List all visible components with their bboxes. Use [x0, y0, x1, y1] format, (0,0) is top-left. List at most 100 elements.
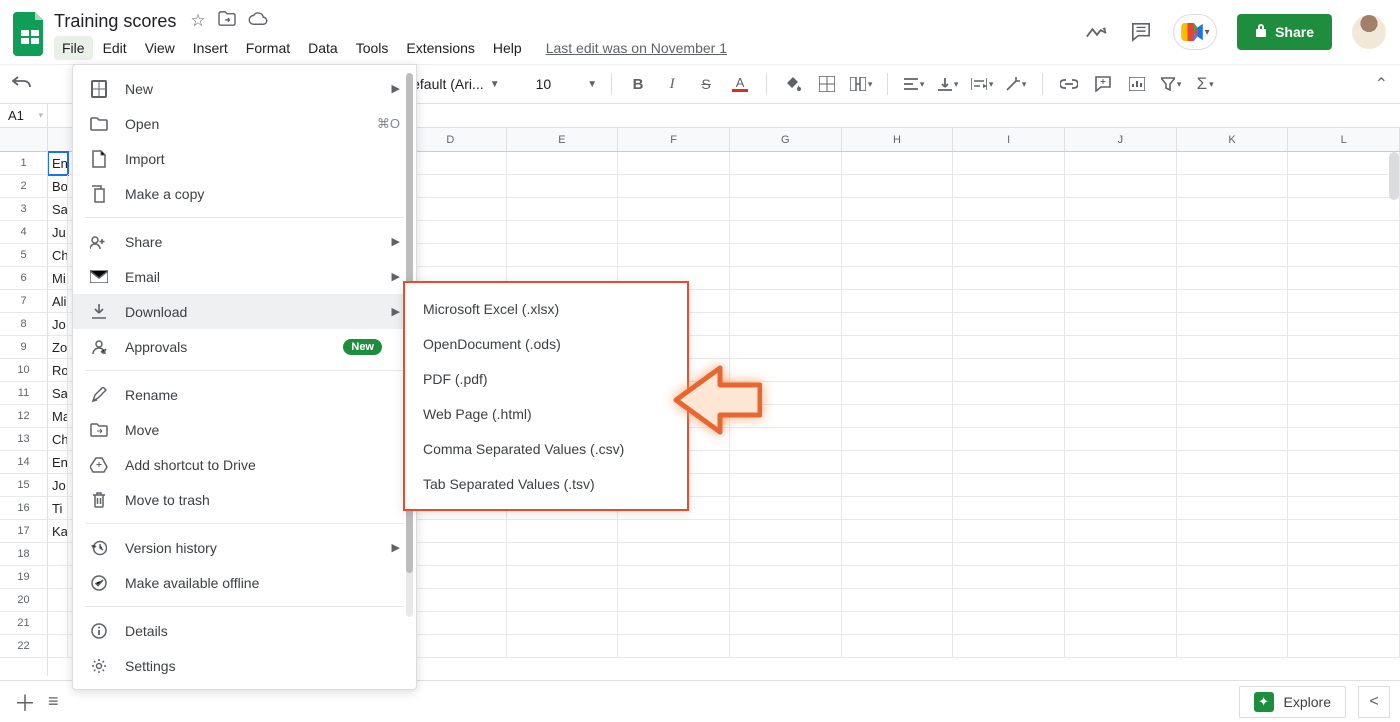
- cell[interactable]: [1177, 175, 1289, 198]
- file-version-history[interactable]: Version history ▶: [73, 530, 416, 565]
- cell[interactable]: [1065, 198, 1177, 221]
- text-color-button[interactable]: A: [728, 72, 752, 96]
- cell[interactable]: [842, 313, 954, 336]
- cell[interactable]: [48, 612, 68, 635]
- cell[interactable]: [618, 520, 730, 543]
- cell[interactable]: [1288, 221, 1400, 244]
- strikethrough-button[interactable]: S: [694, 72, 718, 96]
- file-share[interactable]: Share ▶: [73, 224, 416, 259]
- file-rename[interactable]: Rename: [73, 377, 416, 412]
- download-html[interactable]: Web Page (.html): [405, 396, 687, 431]
- cell[interactable]: Zo: [48, 336, 68, 359]
- cell[interactable]: [1288, 267, 1400, 290]
- move-to-folder-icon[interactable]: [218, 11, 236, 32]
- cell[interactable]: [1065, 520, 1177, 543]
- row-header[interactable]: 6: [0, 267, 47, 290]
- document-title[interactable]: Training scores: [54, 11, 176, 32]
- cell[interactable]: [1177, 290, 1289, 313]
- cell[interactable]: [842, 612, 954, 635]
- file-download[interactable]: Download ▶: [73, 294, 416, 329]
- row-header[interactable]: 16: [0, 497, 47, 520]
- cell[interactable]: [1177, 198, 1289, 221]
- cell[interactable]: [953, 589, 1065, 612]
- column-header[interactable]: L: [1288, 128, 1400, 151]
- cell[interactable]: [1288, 428, 1400, 451]
- cell[interactable]: [48, 589, 68, 612]
- row-header[interactable]: 19: [0, 566, 47, 589]
- file-settings[interactable]: Settings: [73, 648, 416, 683]
- cell[interactable]: [842, 382, 954, 405]
- cell[interactable]: Ka: [48, 520, 68, 543]
- star-icon[interactable]: ☆: [190, 11, 205, 32]
- cell[interactable]: [507, 589, 619, 612]
- row-header[interactable]: 8: [0, 313, 47, 336]
- cell[interactable]: Sa: [48, 382, 68, 405]
- cell[interactable]: En: [48, 451, 68, 474]
- menu-help[interactable]: Help: [485, 36, 530, 60]
- menu-insert[interactable]: Insert: [185, 36, 236, 60]
- cell[interactable]: [507, 152, 619, 175]
- cell[interactable]: [842, 543, 954, 566]
- cell[interactable]: [842, 175, 954, 198]
- cell[interactable]: [730, 520, 842, 543]
- menu-extensions[interactable]: Extensions: [398, 36, 482, 60]
- cell[interactable]: [1065, 405, 1177, 428]
- cell[interactable]: [953, 405, 1065, 428]
- cell[interactable]: [1288, 359, 1400, 382]
- wrap-button[interactable]: [970, 72, 994, 96]
- meet-button[interactable]: ▾: [1173, 14, 1217, 50]
- cell[interactable]: [1065, 589, 1177, 612]
- cell[interactable]: [1288, 566, 1400, 589]
- cell[interactable]: En: [48, 152, 68, 175]
- cell[interactable]: [953, 221, 1065, 244]
- row-header[interactable]: 12: [0, 405, 47, 428]
- cell[interactable]: [48, 635, 68, 658]
- cell[interactable]: [1288, 313, 1400, 336]
- cell[interactable]: [48, 566, 68, 589]
- row-header[interactable]: 22: [0, 635, 47, 658]
- add-sheet-button[interactable]: ＋: [14, 686, 36, 718]
- cell[interactable]: [1177, 612, 1289, 635]
- cell[interactable]: [730, 267, 842, 290]
- cell[interactable]: [1288, 152, 1400, 175]
- cell[interactable]: [618, 175, 730, 198]
- row-header[interactable]: 18: [0, 543, 47, 566]
- cell[interactable]: [842, 359, 954, 382]
- cell[interactable]: [1065, 152, 1177, 175]
- row-header[interactable]: 15: [0, 474, 47, 497]
- cell[interactable]: [953, 382, 1065, 405]
- cell[interactable]: Bo: [48, 175, 68, 198]
- cell[interactable]: [730, 244, 842, 267]
- cell[interactable]: Jo: [48, 474, 68, 497]
- row-header[interactable]: 14: [0, 451, 47, 474]
- cell[interactable]: [953, 497, 1065, 520]
- download-ods[interactable]: OpenDocument (.ods): [405, 326, 687, 361]
- fill-color-button[interactable]: [781, 72, 805, 96]
- cell[interactable]: [953, 451, 1065, 474]
- cell[interactable]: [618, 566, 730, 589]
- cell[interactable]: [1065, 221, 1177, 244]
- cell[interactable]: [842, 152, 954, 175]
- cell[interactable]: [507, 543, 619, 566]
- cell[interactable]: [1177, 566, 1289, 589]
- menu-view[interactable]: View: [137, 36, 183, 60]
- row-header[interactable]: 20: [0, 589, 47, 612]
- cell[interactable]: [507, 635, 619, 658]
- cell[interactable]: [507, 612, 619, 635]
- cell[interactable]: [730, 497, 842, 520]
- cell[interactable]: [842, 451, 954, 474]
- cell[interactable]: [953, 474, 1065, 497]
- rotate-button[interactable]: [1004, 72, 1028, 96]
- cell[interactable]: [953, 359, 1065, 382]
- select-all-corner[interactable]: [0, 128, 47, 152]
- cell[interactable]: [1288, 543, 1400, 566]
- merge-button[interactable]: [849, 72, 873, 96]
- last-edit-link[interactable]: Last edit was on November 1: [546, 40, 727, 56]
- row-header[interactable]: 5: [0, 244, 47, 267]
- cell[interactable]: [1288, 612, 1400, 635]
- column-header[interactable]: F: [618, 128, 730, 151]
- cell[interactable]: [1288, 244, 1400, 267]
- row-header[interactable]: 9: [0, 336, 47, 359]
- vertical-scrollbar[interactable]: [1388, 128, 1400, 676]
- file-email[interactable]: Email ▶: [73, 259, 416, 294]
